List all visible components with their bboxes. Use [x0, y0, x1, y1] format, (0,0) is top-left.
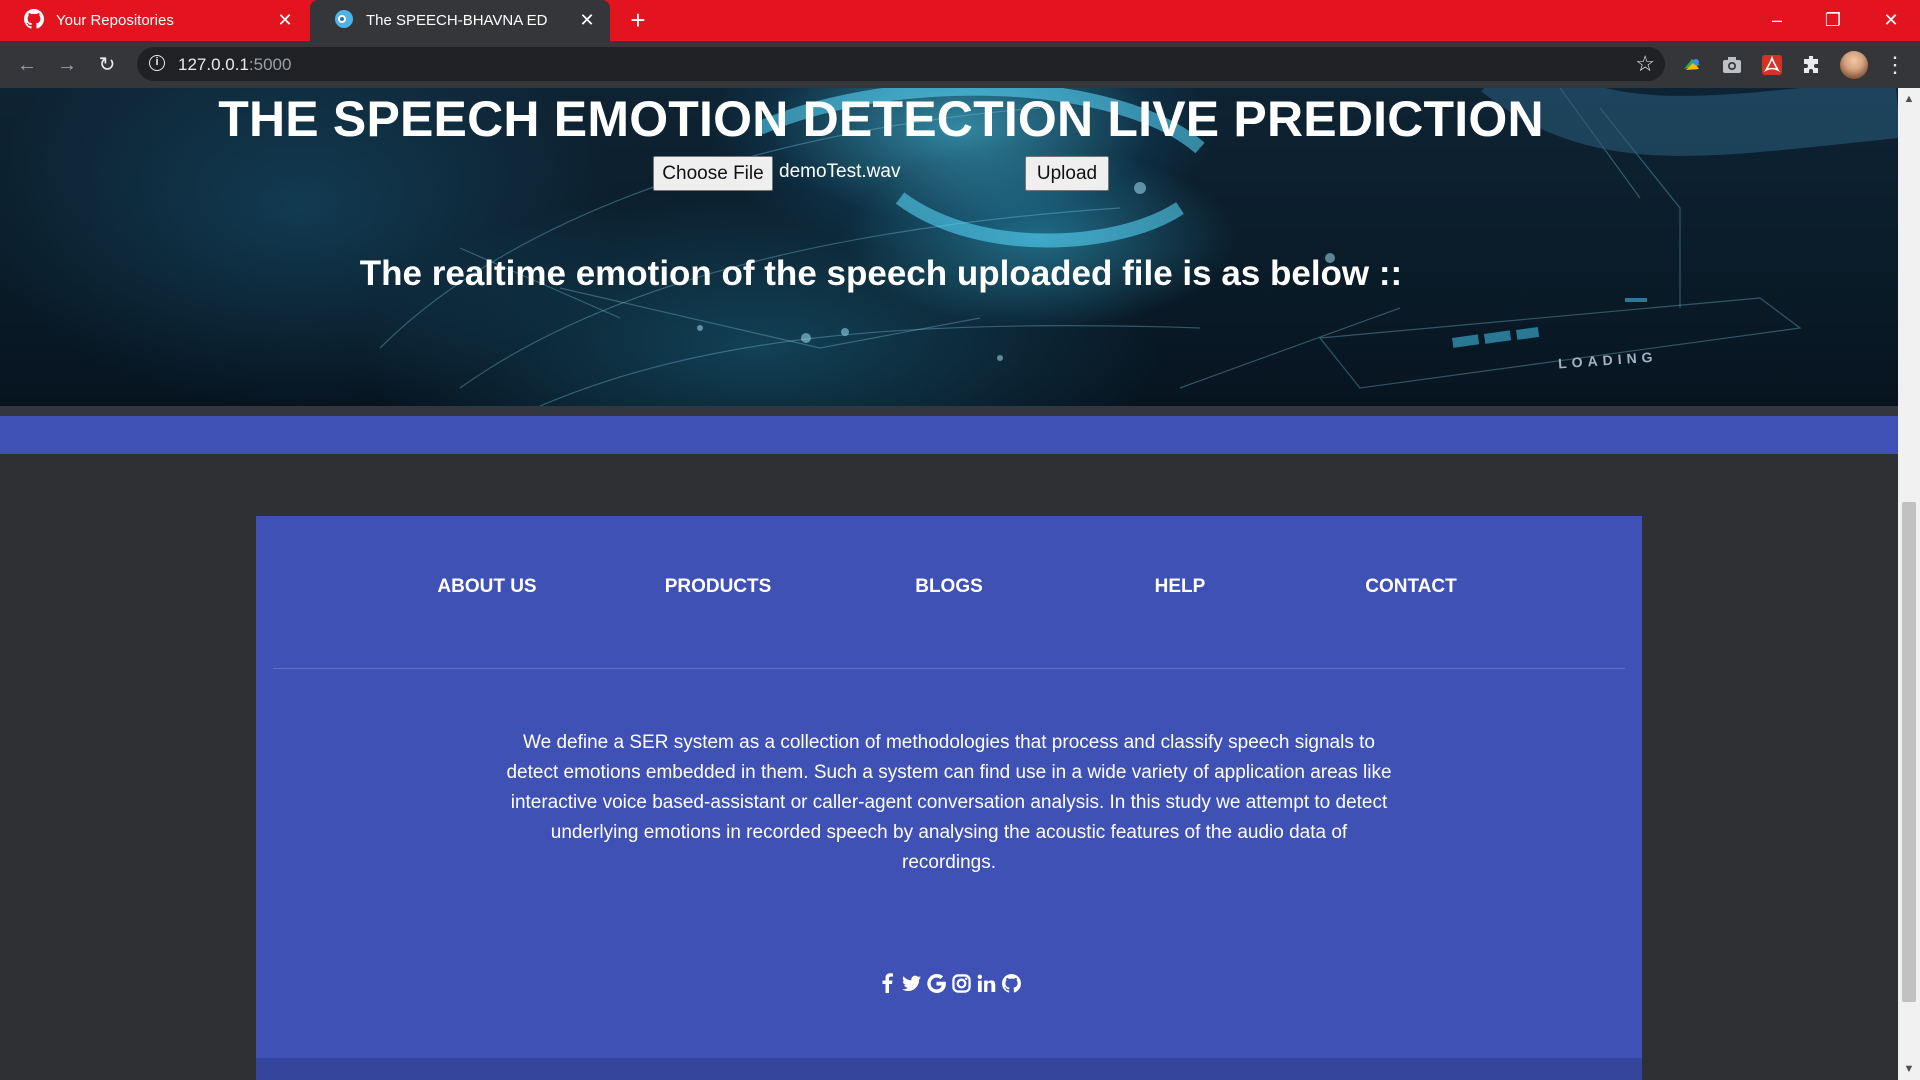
profile-avatar[interactable] [1840, 51, 1868, 79]
footer-link-blogs[interactable]: BLOGS [915, 576, 983, 598]
github-icon[interactable] [1002, 972, 1021, 994]
url-host: 127.0.0.1 [178, 55, 249, 74]
bookmark-star-icon[interactable]: ☆ [1635, 51, 1655, 77]
tab-your-repositories[interactable]: Your Repositories ✕ [0, 0, 308, 41]
footer-about-text: We define a SER system as a collection o… [506, 732, 1392, 873]
scrollbar-thumb[interactable] [1902, 502, 1916, 1002]
reload-icon[interactable]: ↻ [93, 51, 121, 79]
instagram-icon[interactable] [952, 972, 971, 994]
footer-link-help[interactable]: HELP [1155, 576, 1206, 598]
restore-icon[interactable]: ❐ [1816, 6, 1850, 34]
footer-nav: ABOUT US PRODUCTS BLOGS HELP CONTACT [256, 576, 1642, 606]
new-tab-button[interactable]: + [626, 7, 650, 33]
tab-title: Your Repositories [56, 12, 174, 29]
twitter-icon[interactable] [902, 972, 921, 994]
close-tab-icon[interactable]: ✕ [276, 11, 294, 29]
result-heading: The realtime emotion of the speech uploa… [359, 254, 1403, 293]
hero-section: THE SPEECH EMOTION DETECTION LIVE PREDIC… [0, 88, 1898, 406]
pdf-icon[interactable] [1760, 53, 1784, 77]
back-icon[interactable]: ← [13, 51, 41, 79]
footer-link-products[interactable]: PRODUCTS [665, 576, 772, 598]
page-scrollbar[interactable]: ▲ ▼ [1898, 88, 1920, 1080]
facebook-icon[interactable] [877, 972, 896, 994]
url-port: :5000 [248, 55, 292, 74]
close-window-icon[interactable]: ✕ [1874, 6, 1908, 34]
page-title: THE SPEECH EMOTION DETECTION LIVE PREDIC… [218, 91, 1544, 147]
forward-icon[interactable]: → [53, 51, 81, 79]
accent-bar [0, 416, 1898, 454]
minimize-icon[interactable]: – [1760, 6, 1794, 34]
browser-toolbar: ← → ↻ i 127.0.0.1:5000 ☆ [0, 41, 1920, 88]
scroll-up-arrow-icon[interactable]: ▲ [1898, 88, 1920, 110]
footer-link-contact[interactable]: CONTACT [1365, 576, 1456, 598]
site-info-icon[interactable]: i [149, 55, 165, 71]
close-tab-icon[interactable]: ✕ [578, 11, 596, 29]
scroll-down-arrow-icon[interactable]: ▼ [1898, 1058, 1920, 1080]
footer-link-about-us[interactable]: ABOUT US [437, 576, 536, 598]
footer: ABOUT US PRODUCTS BLOGS HELP CONTACT We … [256, 516, 1642, 1080]
github-icon [24, 8, 44, 33]
extension-icon[interactable] [1680, 53, 1704, 77]
footer-divider [273, 668, 1625, 669]
footer-bottom-strip [256, 1058, 1642, 1080]
tab-speech-bhavna[interactable]: The SPEECH-BHAVNA ED ✕ [310, 0, 610, 41]
selected-file-name: demoTest.wav [779, 161, 901, 182]
extensions-puzzle-icon[interactable] [1800, 53, 1824, 77]
upload-button[interactable]: Upload [1025, 156, 1109, 191]
social-links [256, 972, 1642, 998]
address-bar[interactable]: i 127.0.0.1:5000 ☆ [137, 47, 1665, 81]
section-separator [0, 406, 1898, 416]
browser-menu-icon[interactable]: ⋮ [1884, 50, 1906, 80]
google-icon[interactable] [927, 972, 946, 994]
linkedin-icon[interactable] [977, 972, 996, 994]
site-favicon [334, 9, 354, 33]
camera-icon[interactable] [1720, 53, 1744, 77]
url-text: 127.0.0.1:5000 [178, 55, 291, 75]
choose-file-button[interactable]: Choose File [653, 156, 773, 191]
page-viewport: THE SPEECH EMOTION DETECTION LIVE PREDIC… [0, 88, 1898, 1080]
browser-tab-bar: Your Repositories ✕ The SPEECH-BHAVNA ED… [0, 0, 1920, 41]
tab-title: The SPEECH-BHAVNA ED [366, 12, 548, 29]
